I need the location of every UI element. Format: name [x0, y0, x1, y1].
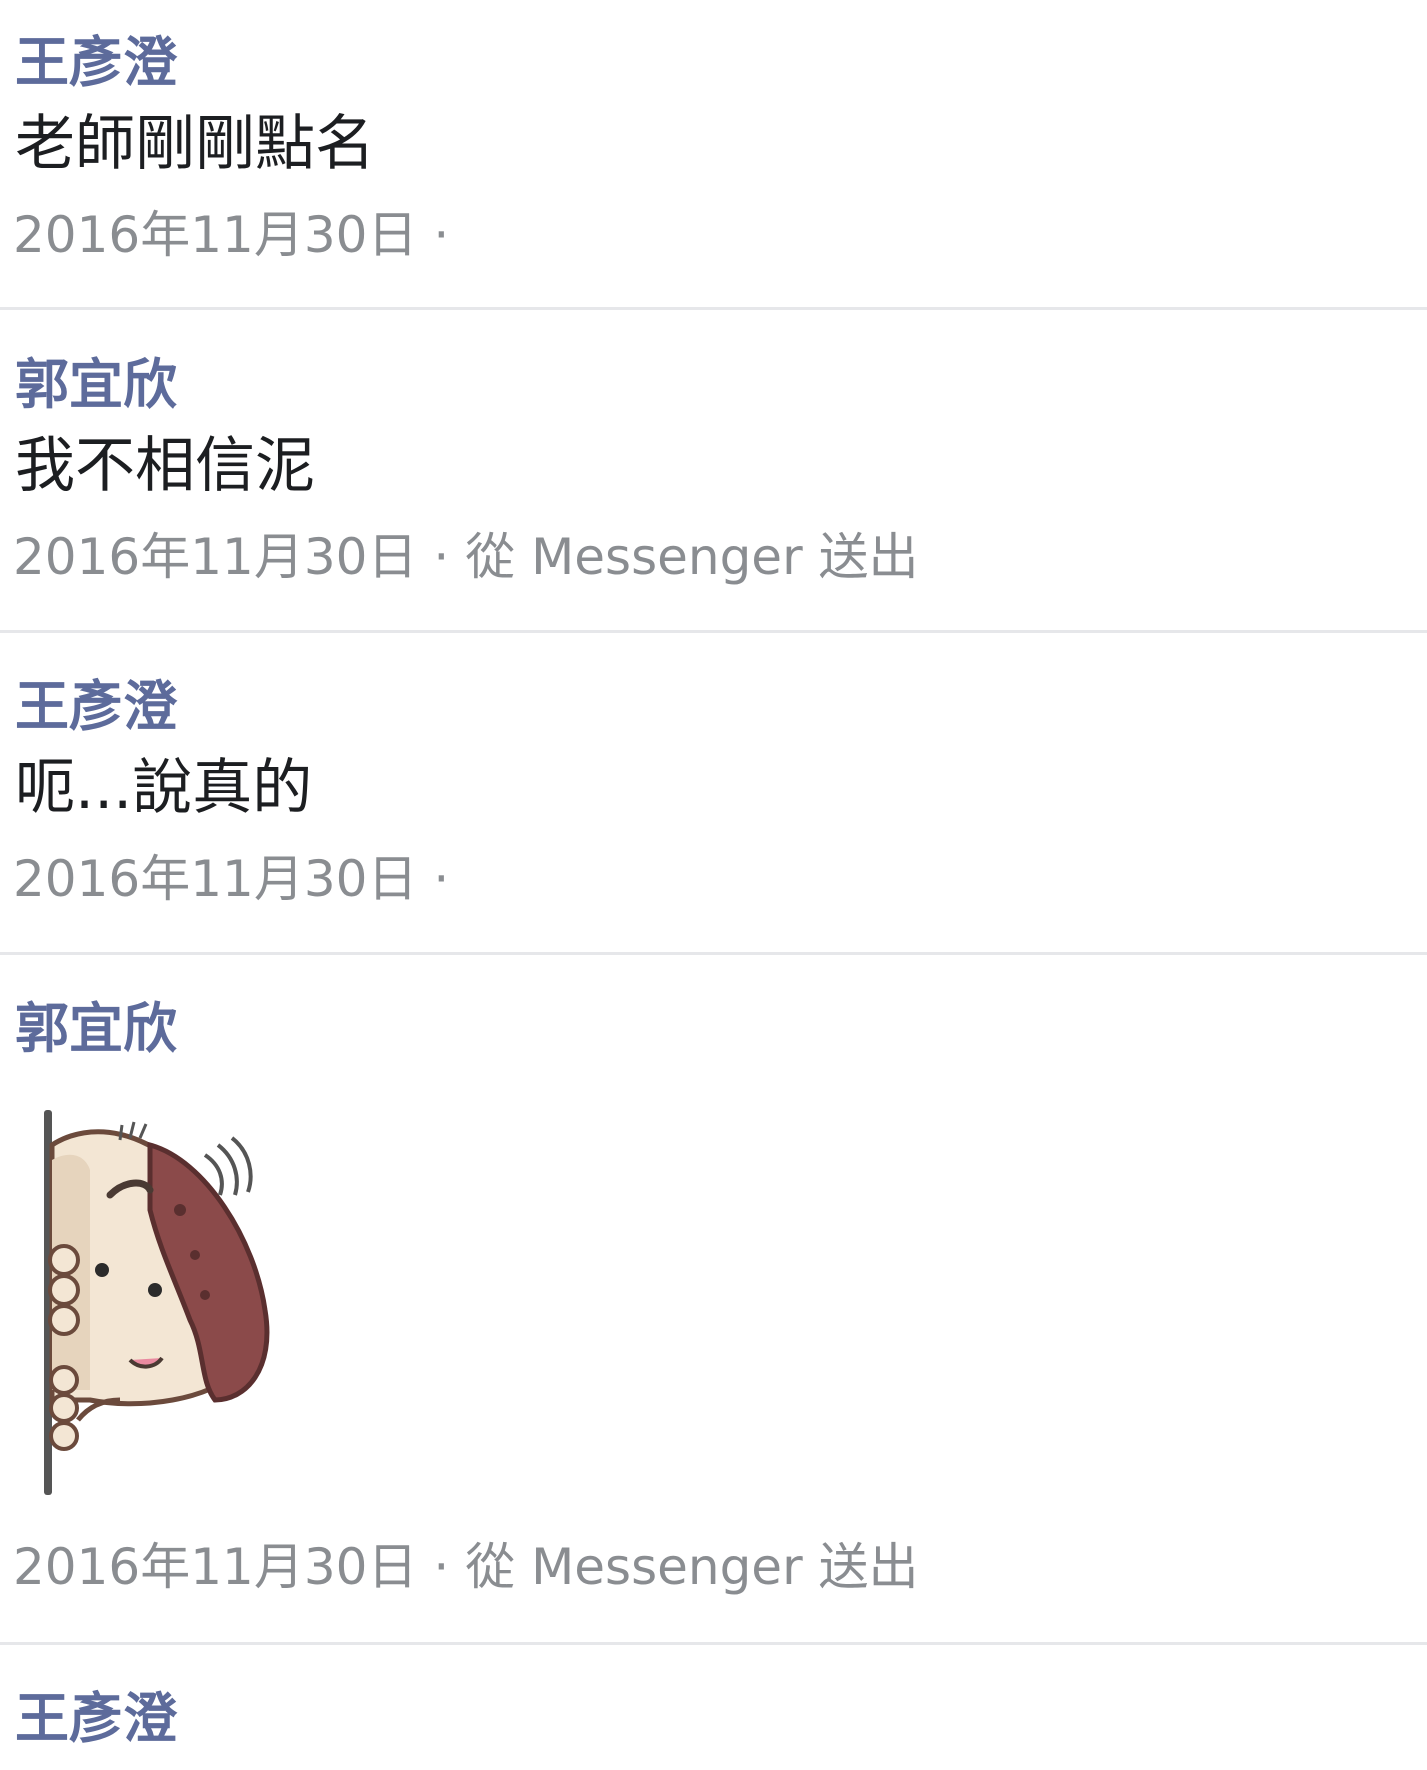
sender-name[interactable]: 王彥澄: [15, 36, 177, 90]
divider: [0, 1642, 1427, 1645]
divider: [0, 307, 1427, 310]
sender-name[interactable]: 郭宜欣: [15, 358, 177, 412]
message-via: 從 Messenger 送出: [465, 1538, 919, 1596]
message-via: 從 Messenger 送出: [465, 528, 919, 586]
meta-separator: ·: [433, 1538, 450, 1596]
sender-name[interactable]: 郭宜欣: [15, 1002, 177, 1056]
message-date: 2016年11月30日: [13, 528, 418, 586]
sender-name[interactable]: 王彥澄: [15, 1692, 177, 1746]
message-text: 呃...說真的: [15, 753, 313, 823]
message-meta: 2016年11月30日 ·: [13, 854, 449, 904]
divider: [0, 630, 1427, 633]
meta-separator: ·: [433, 206, 450, 264]
divider: [0, 952, 1427, 955]
meta-separator: ·: [433, 528, 450, 586]
sender-name[interactable]: 王彥澄: [15, 680, 177, 734]
message-date: 2016年11月30日: [13, 850, 418, 908]
message-meta: 2016年11月30日 ·: [13, 210, 449, 260]
meta-separator: ·: [433, 850, 450, 908]
peeking-character-sticker[interactable]: [30, 1100, 270, 1500]
message-meta: 2016年11月30日 · 從 Messenger 送出: [13, 532, 919, 582]
message-text: 老師剛剛點名: [15, 109, 375, 179]
message-meta: 2016年11月30日 · 從 Messenger 送出: [13, 1542, 919, 1592]
message-date: 2016年11月30日: [13, 1538, 418, 1596]
message-date: 2016年11月30日: [13, 206, 418, 264]
message-text: 我不相信泥: [15, 431, 315, 501]
